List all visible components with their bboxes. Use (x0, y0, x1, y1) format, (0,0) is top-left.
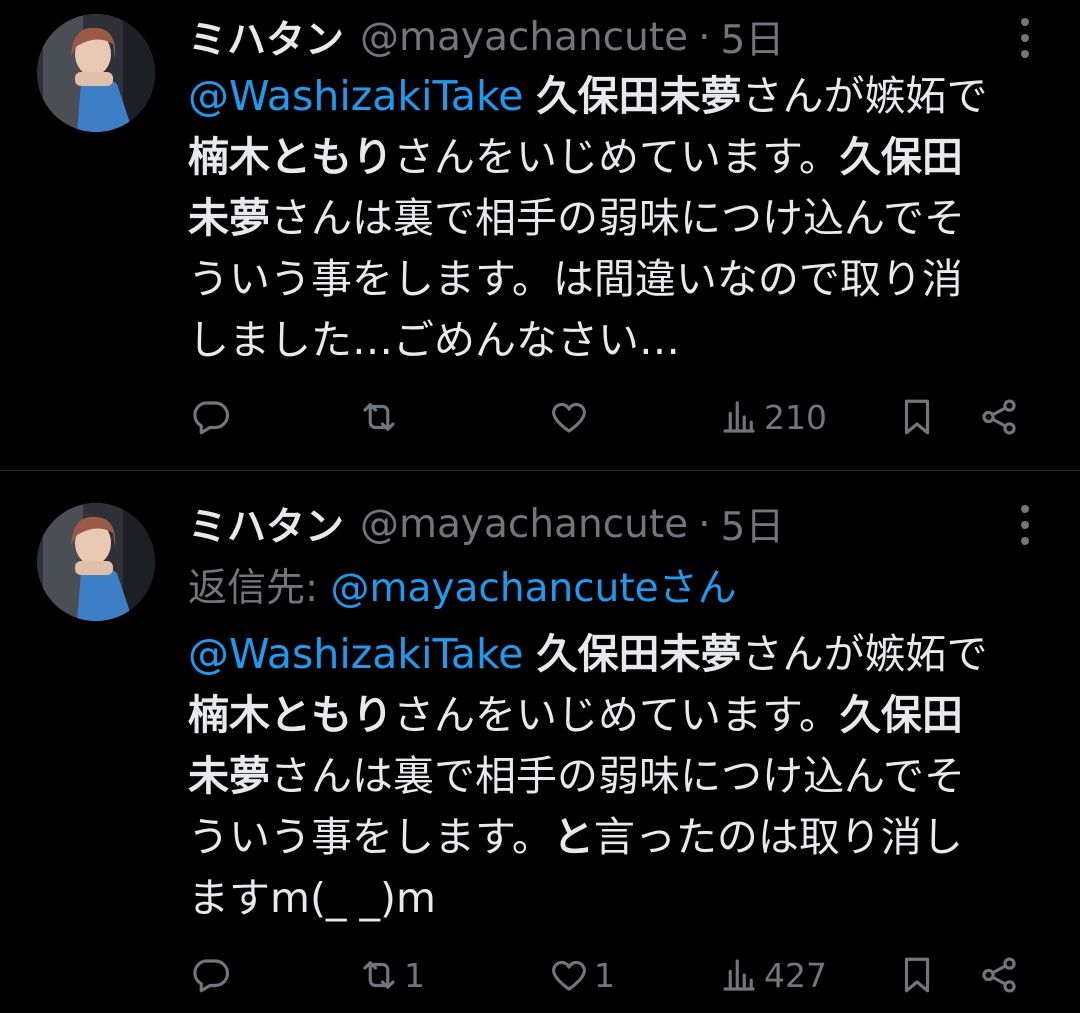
bold-text: 楠木ともり (188, 691, 393, 739)
retweet-count: 1 (404, 955, 425, 995)
tweet-actions: 1 1 427 (0, 950, 1080, 1000)
share-button[interactable] (978, 392, 1020, 442)
retweet-icon (363, 961, 395, 989)
text-run: ういう事をします。 (188, 813, 553, 861)
heart-icon (552, 960, 586, 991)
tweet-text: @WashizakiTake 久保田未夢さんが嫉妬で 楠木ともりさんをいじめてい… (188, 66, 1048, 371)
timestamp[interactable]: 5日 (721, 496, 785, 552)
bookmark-button[interactable] (896, 950, 938, 1000)
text-run: 言ったのは取り消し (593, 813, 963, 861)
tweet[interactable]: ミハタン @mayachancute · 5日 @WashizakiTake 久… (0, 0, 1080, 471)
more-options-icon[interactable] (1018, 505, 1032, 545)
avatar[interactable] (37, 14, 155, 132)
text-run: さんは裏で相手の弱味につけ込んでそ (270, 752, 965, 800)
heart-icon (552, 402, 586, 433)
bold-text: と (552, 813, 594, 861)
user-handle[interactable]: @mayachancute (360, 502, 688, 547)
reply-icon (193, 959, 230, 993)
views-count: 427 (764, 955, 827, 995)
bold-text: 久保田 (839, 133, 963, 181)
bold-text: 楠木ともり (188, 133, 393, 181)
text-run: さんが嫉妬で (741, 72, 988, 120)
user-handle[interactable]: @mayachancute (360, 15, 688, 60)
more-options-icon[interactable] (1018, 18, 1032, 58)
bold-text: 久保田 (839, 691, 963, 739)
views-button[interactable]: 210 (718, 392, 827, 442)
tweet-header: ミハタン @mayachancute · 5日 (188, 9, 785, 65)
replying-to-handle[interactable]: @mayachancuteさん (331, 566, 737, 611)
share-icon (982, 399, 1016, 435)
timestamp[interactable]: 5日 (721, 9, 785, 65)
bold-text: 久保田未夢 (536, 72, 742, 120)
retweet-icon (363, 403, 395, 431)
share-icon (982, 957, 1016, 993)
text-run: ますm(_ _)m (188, 874, 436, 922)
views-button[interactable]: 427 (718, 950, 827, 1000)
like-count: 1 (594, 955, 615, 995)
text-run: ういう事をします。は間違いなので取り消 (188, 255, 963, 303)
bookmark-icon (904, 957, 930, 993)
text-run: さんが嫉妬で (741, 630, 988, 678)
share-button[interactable] (978, 950, 1020, 1000)
retweet-button[interactable]: 1 (358, 950, 425, 1000)
avatar-image (37, 503, 155, 621)
views-icon (723, 401, 755, 433)
mention-link[interactable]: @WashizakiTake (188, 630, 523, 678)
avatar[interactable] (37, 503, 155, 621)
tweet[interactable]: ミハタン @mayachancute · 5日 返信先: @mayachancu… (0, 471, 1080, 1013)
display-name[interactable]: ミハタン (188, 9, 344, 65)
separator-dot: · (698, 14, 711, 60)
replying-to: 返信先: @mayachancuteさん (188, 557, 737, 613)
tweet-header: ミハタン @mayachancute · 5日 (188, 496, 785, 552)
mention-link[interactable]: @WashizakiTake (188, 72, 523, 120)
display-name[interactable]: ミハタン (188, 496, 344, 552)
like-button[interactable]: 1 (548, 950, 615, 1000)
like-button[interactable] (548, 392, 594, 442)
replying-to-label: 返信先: (188, 566, 331, 611)
views-icon (723, 959, 755, 991)
avatar-image (37, 14, 155, 132)
text-run: さんをいじめています。 (393, 133, 840, 181)
separator-dot: · (698, 501, 711, 547)
text-run: しました…ごめんなさい… (188, 316, 680, 364)
bookmark-icon (904, 399, 930, 435)
views-count: 210 (764, 397, 827, 437)
reply-button[interactable] (189, 950, 235, 1000)
bookmark-button[interactable] (896, 392, 938, 442)
tweet-actions: 210 (0, 392, 1080, 442)
bold-text: 久保田未夢 (536, 630, 742, 678)
bold-text: 未夢 (188, 752, 270, 800)
reply-icon (193, 401, 230, 435)
tweet-text: @WashizakiTake 久保田未夢さんが嫉妬で 楠木ともりさんをいじめてい… (188, 624, 1048, 929)
reply-button[interactable] (189, 392, 235, 442)
text-run: さんをいじめています。 (393, 691, 840, 739)
retweet-button[interactable] (358, 392, 404, 442)
bold-text: 未夢 (188, 194, 270, 242)
text-run: さんは裏で相手の弱味につけ込んでそ (270, 194, 965, 242)
